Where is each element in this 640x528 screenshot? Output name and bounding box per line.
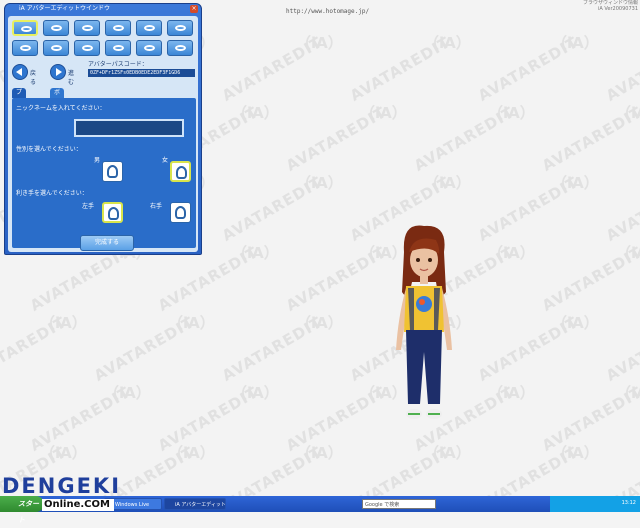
gender-female-label: 女 — [162, 157, 169, 164]
watermark-ia: （iA） — [488, 384, 535, 402]
next-label: 進む — [68, 70, 75, 86]
mouth-icon — [20, 45, 31, 51]
part-face-button[interactable] — [12, 20, 38, 36]
gender-male-button[interactable] — [102, 161, 123, 182]
watermark-ia: （iA） — [424, 444, 471, 462]
profile-form: ニックネームを入れてください： 性別を選んでください： 男 女 利き手を選んでく… — [12, 98, 196, 248]
watermark-ia: （iA） — [296, 174, 343, 192]
watermark-text: AVATAREDIT — [603, 313, 640, 385]
ear-icon — [51, 45, 62, 51]
gender-prompt: 性別を選んでください： — [16, 146, 82, 153]
part-mouth-button[interactable] — [12, 40, 38, 56]
watermark-ia: （iA） — [168, 314, 215, 332]
browser-url: http://www.hotomage.jp/ — [286, 8, 370, 15]
part-nose-button[interactable] — [167, 20, 193, 36]
watermark-ia: （iA） — [232, 384, 279, 402]
part-ear-button[interactable] — [43, 40, 69, 56]
part-eye-button[interactable] — [136, 20, 162, 36]
browser-info: ブラウザウィンドウ情報 iA Ver20090731 — [428, 0, 638, 20]
watermark-ia: （iA） — [616, 104, 640, 122]
beard-icon — [82, 45, 93, 51]
watermark-ia: （iA） — [360, 104, 407, 122]
watermark-text: AVATAREDIT — [603, 443, 640, 496]
watermark-ia: （iA） — [104, 384, 151, 402]
passcode-field[interactable]: 0ZF+DFr1Z5Fs0EDB0EDE2EDF3F1GD6 — [88, 69, 195, 77]
clock: 13:12 — [621, 500, 636, 506]
watermark-ia: （iA） — [296, 314, 343, 332]
tab-profile[interactable]: プロフィール — [12, 88, 27, 146]
part-mustache-button[interactable] — [105, 40, 131, 56]
watermark-ia: （iA） — [552, 444, 599, 462]
taskbar-item-avatar-edit[interactable]: iA アバターエディットウィ... — [164, 498, 226, 510]
avatar-figure[interactable] — [384, 222, 464, 432]
arrow-right-icon — [56, 68, 62, 76]
logo-sub: Online.COM — [42, 499, 114, 511]
watermark-ia: （iA） — [488, 104, 535, 122]
part-hair-button[interactable] — [74, 20, 100, 36]
hand-icon — [108, 207, 119, 220]
gender-female-button[interactable] — [170, 161, 191, 182]
tab-voice[interactable]: ボイス — [50, 88, 65, 116]
part-head-button[interactable] — [43, 20, 69, 36]
watermark-ia: （iA） — [232, 244, 279, 262]
search-input[interactable]: Google で検索 — [362, 499, 436, 509]
complete-button[interactable]: 完成する — [80, 235, 134, 251]
dengeki-logo: DENGEKI Online.COM — [2, 474, 152, 511]
window-title: iA アバターエディットウインドウ — [19, 5, 111, 12]
watermark-ia: （iA） — [296, 444, 343, 462]
head-icon — [51, 25, 62, 31]
watermark-ia: （iA） — [488, 244, 535, 262]
watermark-ia: （iA） — [424, 34, 471, 52]
watermark-text: AVATAREDIT — [603, 33, 640, 105]
hand-left-button[interactable] — [102, 202, 123, 223]
watermark-ia: （iA） — [40, 444, 87, 462]
glasses-icon — [144, 45, 155, 51]
avatar-edit-window[interactable]: iA アバターエディットウインドウ × 戻る 進む アバターパスコード： 0ZF… — [4, 3, 202, 255]
prev-button[interactable] — [12, 64, 28, 80]
window-titlebar[interactable]: iA アバターエディットウインドウ × — [5, 4, 201, 14]
hand-right-label: 右手 — [150, 203, 163, 210]
hand-icon — [175, 206, 186, 219]
watermark-ia: （iA） — [552, 174, 599, 192]
eye-icon — [144, 25, 155, 31]
female-head-icon — [176, 166, 187, 179]
logo-brand: DENGEKI — [2, 474, 122, 498]
face-icon — [21, 26, 32, 32]
watermark-ia: （iA） — [424, 174, 471, 192]
part-eyebrow-button[interactable] — [105, 20, 131, 36]
close-button[interactable]: × — [190, 5, 198, 13]
system-tray: 13:12 — [550, 496, 640, 512]
clothes-icon — [175, 45, 186, 51]
watermark-ia: （iA） — [296, 34, 343, 52]
prev-label: 戻る — [30, 70, 37, 86]
watermark-ia: （iA） — [552, 314, 599, 332]
hand-prompt: 利き手を選んでください： — [16, 190, 88, 197]
version-text: iA Ver20090731 — [597, 6, 638, 12]
nose-icon — [175, 25, 186, 31]
mustache-icon — [113, 45, 124, 51]
gender-male-label: 男 — [94, 157, 101, 164]
passcode-label: アバターパスコード： — [88, 61, 148, 68]
watermark-ia: （iA） — [552, 34, 599, 52]
eyebrow-icon — [113, 25, 124, 31]
watermark-ia: （iA） — [40, 314, 87, 332]
watermark-ia: （iA） — [168, 444, 215, 462]
window-body: 戻る 進む アバターパスコード： 0ZF+DFr1Z5Fs0EDB0EDE2ED… — [8, 16, 198, 252]
next-button[interactable] — [50, 64, 66, 80]
hand-right-button[interactable] — [170, 202, 191, 223]
hair-icon — [82, 25, 93, 31]
arrow-left-icon — [16, 68, 22, 76]
part-glasses-button[interactable] — [136, 40, 162, 56]
nickname-prompt: ニックネームを入れてください： — [16, 105, 106, 112]
part-beard-button[interactable] — [74, 40, 100, 56]
watermark-ia: （iA） — [616, 384, 640, 402]
watermark-ia: （iA） — [616, 244, 640, 262]
part-clothes-button[interactable] — [167, 40, 193, 56]
male-head-icon — [107, 165, 118, 178]
watermark-ia: （iA） — [232, 104, 279, 122]
hand-left-label: 左手 — [82, 203, 95, 210]
watermark-text: AVATAREDIT — [603, 173, 640, 245]
nickname-input[interactable] — [74, 119, 184, 137]
